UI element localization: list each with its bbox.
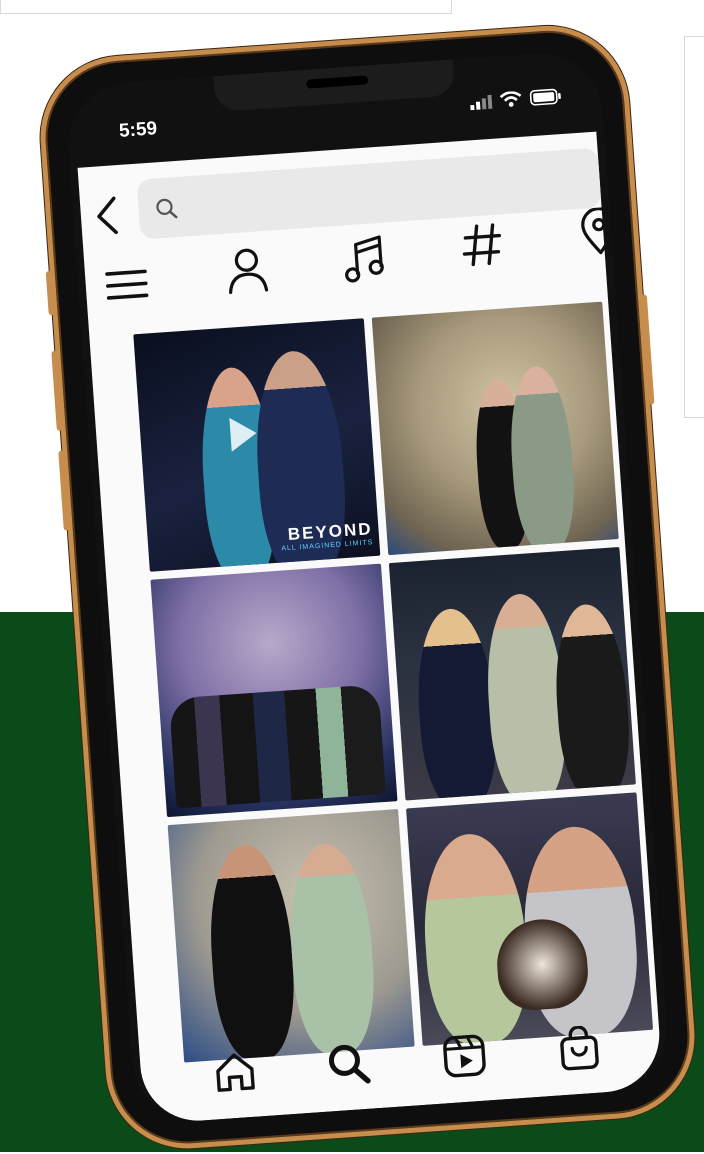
- profile-icon[interactable]: [670, 1005, 672, 1052]
- search-input[interactable]: [185, 164, 591, 223]
- event-watermark: BEYOND ALL IMAGINED LIMITS: [280, 519, 374, 552]
- home-icon[interactable]: [212, 1049, 259, 1096]
- grid-tile[interactable]: [388, 546, 636, 801]
- battery-icon: [529, 88, 561, 106]
- phone-frame: 5:59 BEYOND ALL IMAGINED LIMITS: [35, 20, 700, 1154]
- grid-tile[interactable]: [371, 301, 619, 556]
- status-icons: [469, 88, 562, 111]
- grid-tile[interactable]: BEYOND ALL IMAGINED LIMITS: [133, 318, 381, 572]
- person-figure: [412, 606, 502, 801]
- status-time: 5:59: [118, 118, 158, 142]
- explore-grid: BEYOND ALL IMAGINED LIMITS: [133, 301, 654, 1063]
- menu-icon[interactable]: [105, 265, 149, 304]
- search-field-icon: [156, 198, 178, 219]
- side-button-left-2: [51, 350, 63, 431]
- group-figures: [168, 684, 386, 809]
- notch: [213, 59, 456, 113]
- hashtag-icon[interactable]: [460, 220, 505, 269]
- audio-icon[interactable]: [341, 233, 388, 286]
- background-card-right: [684, 36, 704, 418]
- video-play-icon: [229, 416, 258, 452]
- explore-screen: BEYOND ALL IMAGINED LIMITS: [77, 131, 664, 1125]
- side-button-left-1: [45, 270, 55, 316]
- side-button-right: [640, 294, 655, 405]
- reels-icon[interactable]: [441, 1033, 488, 1080]
- background-card-top: [0, 0, 452, 14]
- grid-tile[interactable]: [150, 563, 398, 818]
- back-arrow-icon[interactable]: [92, 195, 123, 237]
- wifi-icon: [499, 91, 522, 107]
- phone-screen: 5:59 BEYOND ALL IMAGINED LIMITS: [63, 49, 672, 1126]
- shop-icon[interactable]: [557, 1025, 602, 1072]
- person-figure: [550, 602, 634, 801]
- location-pin-icon[interactable]: [578, 206, 621, 257]
- signal-icon: [470, 94, 493, 111]
- account-icon[interactable]: [223, 245, 270, 296]
- side-button-left-3: [58, 450, 70, 531]
- search-icon[interactable]: [325, 1041, 372, 1088]
